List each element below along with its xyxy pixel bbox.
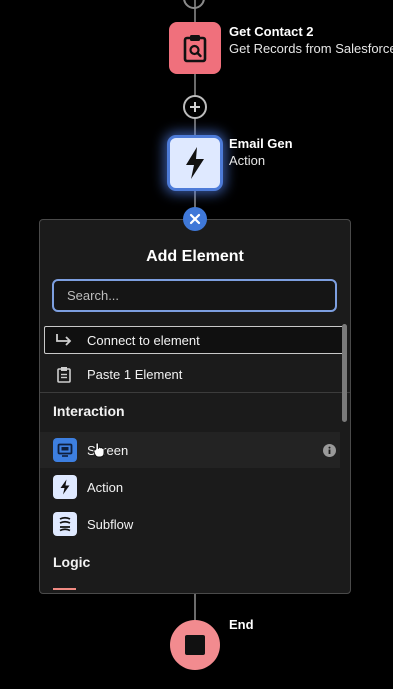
section-title-interaction: Interaction [53, 403, 125, 419]
end-node-title: End [229, 617, 254, 632]
node-subtitle: Get Records from Salesforce [229, 41, 393, 56]
section-title-logic: Logic [53, 554, 91, 570]
arrow-connect-icon [56, 334, 72, 346]
connect-to-element-label: Connect to element [87, 332, 200, 348]
search-input[interactable] [52, 279, 337, 312]
element-subflow-option[interactable]: Subflow [40, 506, 340, 542]
scrollbar[interactable] [342, 324, 347, 422]
element-action-label: Action [87, 479, 124, 495]
info-icon[interactable] [323, 444, 336, 457]
hand-cursor-icon [93, 442, 105, 458]
add-element-top-button[interactable] [183, 0, 205, 9]
end-node-icon[interactable] [170, 620, 220, 670]
subflow-icon [53, 512, 77, 536]
divider [40, 392, 350, 393]
clipboard-icon [57, 366, 71, 383]
lightning-bolt-icon [53, 475, 77, 499]
element-action-option[interactable]: Action [40, 469, 340, 505]
logic-item-peek [53, 588, 76, 590]
email-gen-node-icon[interactable] [167, 135, 223, 191]
get-contact-node-icon[interactable] [169, 22, 221, 74]
node-title: Email Gen [229, 136, 293, 151]
panel-title: Add Element [146, 248, 244, 265]
connector-line [194, 594, 196, 621]
paste-element-label: Paste 1 Element [87, 366, 183, 382]
plus-icon [190, 102, 200, 112]
add-element-panel: Add Element Connect to element Paste 1 E… [39, 219, 351, 594]
element-subflow-label: Subflow [87, 516, 134, 532]
node-title: Get Contact 2 [229, 24, 314, 39]
clipboard-search-icon [183, 35, 207, 63]
close-icon [189, 213, 201, 225]
close-panel-button[interactable] [183, 207, 207, 231]
lightning-bolt-icon [186, 147, 204, 179]
add-element-button[interactable] [183, 95, 207, 119]
stop-square-icon [185, 635, 205, 655]
element-screen-option[interactable]: Screen [40, 432, 340, 468]
node-subtitle: Action [229, 153, 266, 168]
screen-icon [53, 438, 77, 462]
connect-to-element-option[interactable]: Connect to element [44, 326, 346, 354]
paste-element-option[interactable]: Paste 1 Element [40, 356, 340, 392]
